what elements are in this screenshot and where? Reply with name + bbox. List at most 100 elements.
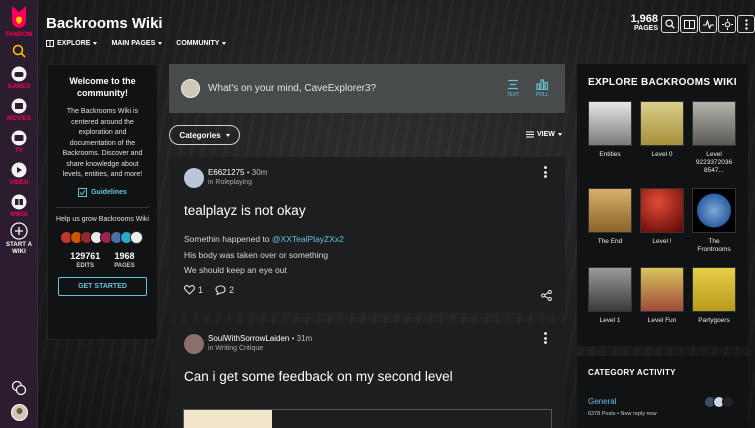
avatar[interactable] [184, 334, 204, 354]
rail-movies[interactable]: MOVIES [0, 98, 38, 122]
gamepad-icon [11, 66, 27, 82]
category-link[interactable]: General [588, 397, 616, 406]
explore-tile[interactable]: Partygoers [692, 267, 736, 325]
kebab-icon [744, 18, 748, 30]
text-post-button[interactable]: TEXT [502, 79, 524, 98]
nav-community[interactable]: COMMUNITY [176, 40, 227, 47]
user-mention-link[interactable]: @XXTealPlayZXx2 [272, 234, 344, 244]
rail-games[interactable]: GAMES [0, 66, 38, 90]
avatar[interactable] [722, 396, 734, 408]
like-button[interactable]: 1 [184, 285, 203, 295]
user-avatar-button[interactable] [0, 404, 38, 423]
nav-explore[interactable]: EXPLORE [46, 40, 98, 47]
post-author[interactable]: E6621275 • 30m [208, 168, 267, 177]
edits-stat: 129761 EDITS [70, 251, 100, 269]
theme-toggle-button[interactable] [718, 15, 736, 33]
explore-tile[interactable]: The End [588, 188, 632, 246]
categories-label: Categories [179, 130, 221, 140]
view-dropdown[interactable]: VIEW [526, 131, 562, 138]
fandom-global-nav: FANDOM GAMES MOVIES TV VIDEO WIKIS START… [0, 0, 38, 428]
explore-tile[interactable]: The Frontrooms [692, 188, 736, 254]
help-grow-text: Help us grow Backrooms Wiki [56, 215, 149, 223]
search-rail-button[interactable] [0, 44, 38, 60]
more-menu-button[interactable] [737, 15, 755, 33]
nav-main-pages-label: MAIN PAGES [111, 40, 156, 47]
rail-games-label: GAMES [7, 84, 31, 90]
page-counter: 1,968 PAGES [628, 14, 658, 33]
fandom-logo[interactable]: FANDOM [0, 4, 38, 38]
explore-tile[interactable]: Entities [588, 101, 632, 159]
comment-button[interactable]: 2 [215, 285, 234, 295]
share-button[interactable] [541, 288, 552, 306]
avatar[interactable] [129, 230, 143, 244]
tile-label: The Frontrooms [697, 238, 731, 253]
recent-changes-button[interactable] [699, 15, 717, 33]
notifications-button[interactable] [0, 380, 38, 398]
categories-dropdown[interactable]: Categories [169, 125, 240, 145]
poll-post-button[interactable]: POLL [531, 79, 553, 98]
post-category[interactable]: in Writing Critique [208, 345, 263, 352]
pages-label: PAGES [114, 262, 135, 269]
post-category[interactable]: in Roleplaying [208, 179, 252, 186]
post-image-preview[interactable] [183, 409, 552, 428]
explore-tile[interactable]: Level Fun [640, 267, 684, 325]
explore-tile[interactable]: Level 9223372036 8547... [692, 101, 736, 175]
nav-main-pages[interactable]: MAIN PAGES [111, 40, 163, 47]
welcome-title: Welcome to the community! [69, 76, 136, 98]
plus-icon [10, 222, 28, 240]
explore-title: EXPLORE BACKROOMS WIKI [588, 77, 737, 88]
post-card[interactable]: E6621275 • 30m in Roleplaying tealplayz … [169, 157, 565, 313]
composer-placeholder[interactable]: What's on your mind, CaveExplorer3? [208, 83, 376, 94]
wiki-tools [661, 15, 755, 33]
get-started-button[interactable]: GET STARTED [58, 276, 147, 296]
welcome-panel: Welcome to the community! The Backrooms … [47, 64, 158, 340]
guidelines-label: Guidelines [91, 188, 127, 196]
video-icon [11, 162, 27, 178]
explore-tile[interactable]: Level ! [640, 188, 684, 246]
post-title[interactable]: Can i get some feedback on my second lev… [184, 369, 453, 384]
guidelines-link[interactable]: Guidelines [48, 187, 157, 197]
tile-label: Level ! [652, 238, 672, 245]
post-card[interactable]: SoulWithSorrowLaiden • 31m in Writing Cr… [169, 323, 565, 428]
rail-tv[interactable]: TV [0, 130, 38, 154]
post-body-line: His body was taken over or something [184, 249, 329, 260]
wiki-title[interactable]: Backrooms Wiki [46, 15, 163, 32]
text-post-label: TEXT [506, 92, 520, 98]
search-button[interactable] [661, 15, 679, 33]
post-title[interactable]: tealplayz is not okay [184, 203, 306, 218]
avatar[interactable] [184, 168, 204, 188]
category-activity-panel: CATEGORY ACTIVITY General 6378 Posts • N… [577, 356, 748, 428]
wiki-stats: 129761 EDITS 1968 PAGES [48, 251, 157, 269]
comment-count: 2 [229, 285, 235, 295]
tile-image [588, 101, 632, 146]
divider [56, 206, 149, 208]
post-author-name: E6621275 [208, 168, 245, 177]
tile-image [692, 188, 736, 233]
post-author-name: SoulWithSorrowLaiden [208, 334, 290, 343]
edits-label: EDITS [76, 262, 95, 269]
post-menu-button[interactable] [544, 166, 548, 180]
rail-start-wiki[interactable]: START A WIKI [0, 222, 38, 256]
rail-movies-label: MOVIES [7, 116, 31, 122]
discussions-button[interactable] [680, 15, 698, 33]
post-body: Somethin happened to @XXTealPlayZXx2 His… [184, 232, 344, 279]
category-meta: 6378 Posts • New reply now [588, 411, 657, 417]
search-icon [12, 44, 26, 58]
post-author[interactable]: SoulWithSorrowLaiden • 31m [208, 334, 312, 343]
rail-wikis[interactable]: WIKIS [0, 194, 38, 218]
nav-explore-label: EXPLORE [57, 40, 91, 47]
poll-icon [536, 79, 549, 91]
tile-label: Entities [599, 151, 621, 158]
rail-wikis-label: WIKIS [10, 212, 28, 218]
tile-image [692, 101, 736, 146]
poll-post-label: POLL [535, 92, 549, 98]
tile-label: Level 0 [651, 151, 673, 158]
explore-tile[interactable]: Level 1 [588, 267, 632, 325]
explore-tile[interactable]: Level 0 [640, 101, 684, 159]
post-reactions: 1 2 [184, 285, 234, 295]
post-menu-button[interactable] [544, 332, 548, 346]
tile-image [640, 188, 684, 233]
post-composer[interactable]: What's on your mind, CaveExplorer3? TEXT… [169, 64, 565, 113]
checkbox-icon [78, 187, 88, 197]
rail-video[interactable]: VIDEO [0, 162, 38, 186]
